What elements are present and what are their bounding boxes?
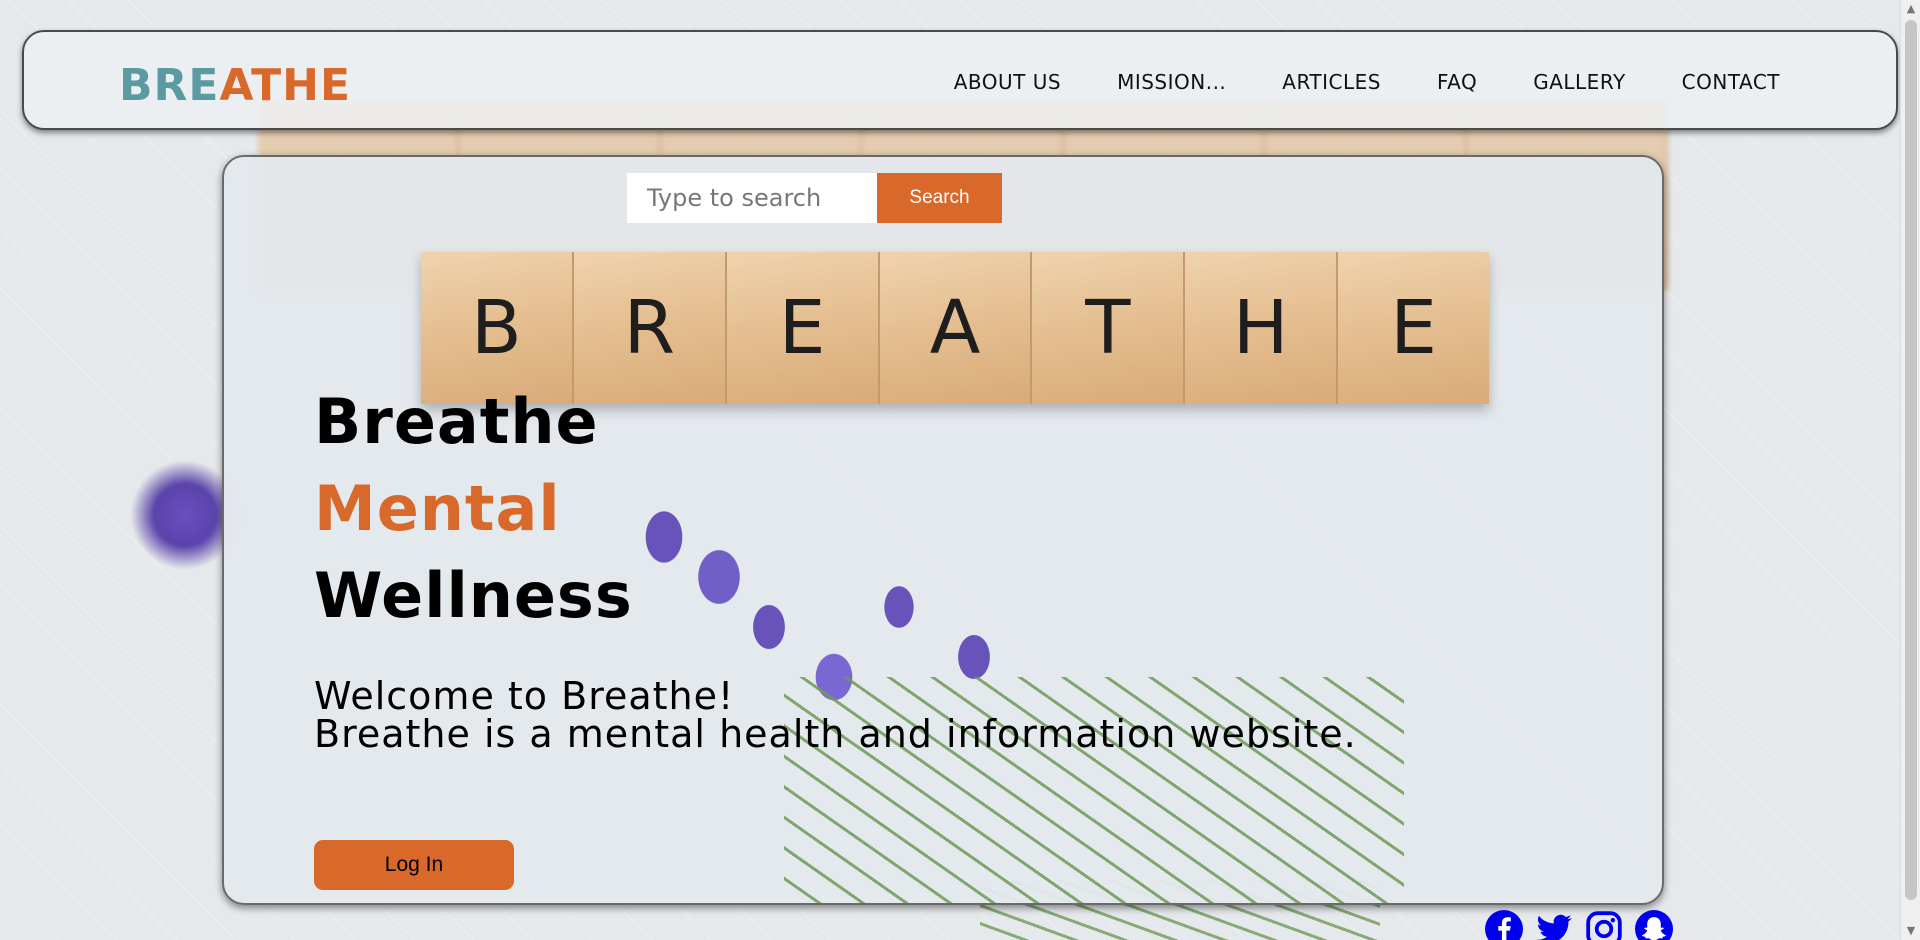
hero-card: Search B R E A T H E Breathe Mental Well… bbox=[222, 155, 1664, 905]
welcome-text: Welcome to Breathe! Breathe is a mental … bbox=[314, 677, 1357, 753]
tile: A bbox=[879, 252, 1033, 404]
scroll-down-arrow-icon[interactable]: ▼ bbox=[1904, 924, 1918, 938]
snapchat-icon[interactable] bbox=[1635, 910, 1673, 940]
instagram-icon[interactable] bbox=[1585, 910, 1623, 940]
welcome-line-1: Welcome to Breathe! bbox=[314, 674, 735, 718]
search-box: Search bbox=[627, 173, 1002, 223]
twitter-icon[interactable] bbox=[1535, 910, 1573, 940]
hero-title-breathe: Breathe bbox=[314, 385, 599, 458]
nav-link-about-us[interactable]: ABOUT US bbox=[954, 70, 1061, 94]
nav-link-contact[interactable]: CONTACT bbox=[1682, 70, 1780, 94]
nav-links: ABOUT US MISSION... ARTICLES FAQ GALLERY… bbox=[898, 70, 1780, 94]
hero-title-mental: Mental bbox=[314, 472, 561, 545]
logo[interactable]: BREATHE bbox=[119, 60, 351, 111]
scroll-thumb[interactable] bbox=[1905, 20, 1917, 900]
logo-part-teal: BRE bbox=[119, 60, 220, 111]
nav-link-faq[interactable]: FAQ bbox=[1437, 70, 1477, 94]
search-input[interactable] bbox=[627, 173, 877, 223]
tile: E bbox=[726, 252, 880, 404]
page-scrollbar[interactable]: ▲ ▼ bbox=[1900, 0, 1920, 940]
tile: E bbox=[1338, 252, 1490, 404]
facebook-icon[interactable] bbox=[1485, 910, 1523, 940]
tile: B bbox=[421, 252, 574, 404]
nav-link-articles[interactable]: ARTICLES bbox=[1282, 70, 1381, 94]
tile: T bbox=[1032, 252, 1186, 404]
welcome-line-2: Breathe is a mental health and informati… bbox=[314, 712, 1357, 756]
tile: R bbox=[573, 252, 727, 404]
tile: H bbox=[1185, 252, 1339, 404]
search-button[interactable]: Search bbox=[877, 173, 1002, 223]
logo-part-orange: ATHE bbox=[219, 60, 352, 111]
nav-link-mission[interactable]: MISSION... bbox=[1117, 70, 1226, 94]
scrabble-tiles-image: B R E A T H E bbox=[421, 252, 1490, 404]
nav-link-gallery[interactable]: GALLERY bbox=[1533, 70, 1625, 94]
hero-title-wellness: Wellness bbox=[314, 559, 633, 632]
social-links bbox=[1485, 910, 1673, 940]
navbar: BREATHE ABOUT US MISSION... ARTICLES FAQ… bbox=[22, 30, 1898, 130]
login-button[interactable]: Log In bbox=[314, 840, 514, 890]
scroll-up-arrow-icon[interactable]: ▲ bbox=[1904, 2, 1918, 16]
